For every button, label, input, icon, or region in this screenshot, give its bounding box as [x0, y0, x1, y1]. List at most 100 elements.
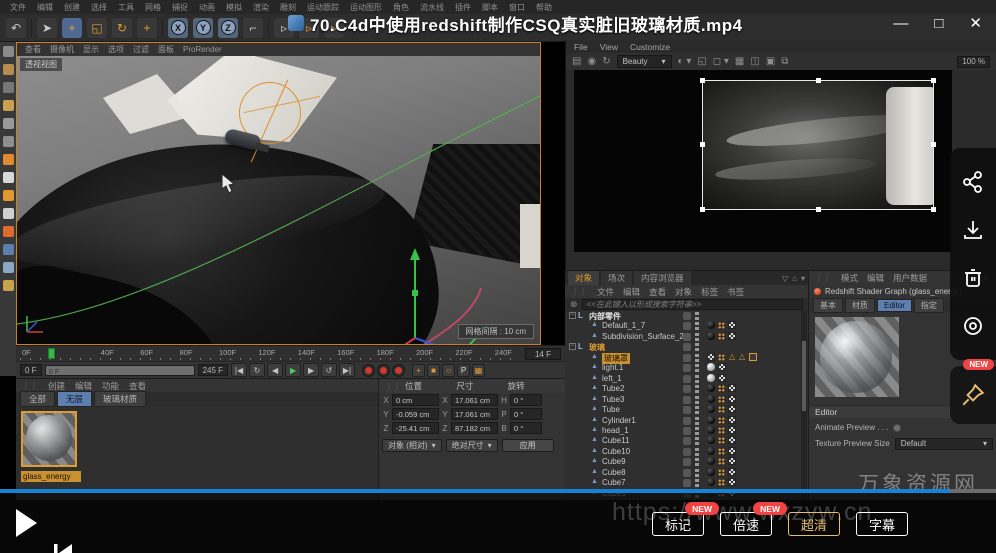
transport-button[interactable]: ↻	[249, 363, 265, 377]
visibility-dots[interactable]	[695, 406, 699, 414]
c4d-tool-icon[interactable]	[3, 244, 14, 255]
clear-search-icon[interactable]: ⊗	[570, 299, 578, 310]
current-frame-field[interactable]: 14 F	[525, 348, 561, 360]
object-name[interactable]: Default_1_7	[602, 321, 645, 330]
display-mode-icon[interactable]: ◐ ▾	[678, 56, 692, 67]
viewport[interactable]: 查看摄像机显示选项过滤面板ProRender 透视视图	[16, 42, 541, 345]
keyframe-icon[interactable]: +	[412, 364, 425, 377]
c4d-tool-icon[interactable]	[3, 100, 14, 111]
layer-chip[interactable]	[683, 385, 691, 393]
visibility-dots[interactable]	[695, 343, 699, 351]
shader-tab[interactable]: 材质	[845, 298, 875, 313]
marquee-handle[interactable]	[700, 207, 705, 212]
shader-tab[interactable]: 基本	[813, 298, 843, 313]
object-row[interactable]: ▲Tube	[565, 405, 800, 415]
visibility-dots[interactable]	[695, 322, 699, 330]
coordinate-field[interactable]: 0 °	[510, 394, 542, 406]
texture-tag-icon[interactable]	[728, 395, 736, 403]
texture-tag-icon[interactable]	[728, 416, 736, 424]
share-icon[interactable]	[961, 170, 985, 194]
object-name[interactable]: head_1	[602, 426, 629, 435]
texture-tag-icon[interactable]	[728, 321, 736, 329]
viewport-menu-item[interactable]: 面板	[158, 44, 174, 55]
layer-chip[interactable]	[683, 437, 691, 445]
refresh-icon[interactable]: ↻	[602, 56, 610, 67]
viewport-menu-item[interactable]: 选项	[108, 44, 124, 55]
c4d-tool-icon[interactable]	[3, 226, 14, 237]
object-name[interactable]: light.1	[602, 363, 623, 372]
texture-tag-icon[interactable]	[728, 426, 736, 434]
coordinate-field[interactable]: 0 °	[510, 408, 542, 420]
maximize-button[interactable]: □	[934, 16, 943, 31]
object-manager-menu-item[interactable]: 编辑	[623, 286, 640, 298]
download-icon[interactable]	[961, 218, 985, 242]
render-region-marquee[interactable]	[702, 80, 934, 210]
keyframe-icon[interactable]: ○	[442, 364, 455, 377]
timeline-tick[interactable]: 0F	[22, 348, 31, 357]
timeline-tick[interactable]: 240F	[495, 348, 512, 357]
layer-chip[interactable]	[683, 448, 691, 456]
texture-tag-icon[interactable]	[718, 374, 726, 382]
material-menu-item[interactable]: 功能	[102, 380, 119, 392]
expander-icon[interactable]: −	[569, 312, 576, 319]
object-row[interactable]: ▲Cube11	[565, 436, 800, 446]
marquee-handle[interactable]	[931, 142, 936, 147]
object-name[interactable]: Tube3	[602, 395, 624, 404]
object-name[interactable]: Cube10	[602, 447, 630, 456]
viewport-menu-item[interactable]: 查看	[25, 44, 41, 55]
transport-button[interactable]: ◀	[267, 363, 283, 377]
player-button-字幕[interactable]: 字幕	[856, 512, 908, 536]
visibility-dots[interactable]	[695, 364, 699, 372]
marquee-handle[interactable]	[931, 78, 936, 83]
object-manager-menu-item[interactable]: 对象	[675, 286, 692, 298]
layer-chip[interactable]	[683, 406, 691, 414]
object-row[interactable]: ▲light.1	[565, 363, 800, 373]
object-name[interactable]: Tube2	[602, 384, 624, 393]
record-button[interactable]	[377, 364, 390, 377]
transport-button[interactable]: ▶	[285, 363, 301, 377]
timeline-tick[interactable]: 180F	[377, 348, 394, 357]
previous-video-button[interactable]	[52, 542, 74, 553]
trash-icon[interactable]	[961, 266, 985, 290]
size-mode-dropdown[interactable]: 绝对尺寸▾	[446, 439, 498, 452]
object-manager-tab[interactable]: 对象	[568, 271, 599, 285]
renderview-menu-item[interactable]: Customize	[630, 42, 670, 52]
viewport-menu-item[interactable]: 显示	[83, 44, 99, 55]
object-search-input[interactable]: <<在此键入以形成搜索字符串>>	[582, 299, 803, 310]
visibility-dots[interactable]	[695, 333, 699, 341]
layer-chip[interactable]	[683, 417, 691, 425]
shader-tab[interactable]: 指定	[914, 298, 944, 313]
compare-icon[interactable]: ◫	[750, 56, 759, 67]
attribute-mode-menu-item[interactable]: 用户数据	[893, 272, 927, 284]
progress-bar[interactable]	[0, 489, 996, 493]
material-menu-item[interactable]: 创建	[48, 380, 65, 392]
transport-button[interactable]: |◀	[231, 363, 247, 377]
object-name[interactable]: Subdivision_Surface_2	[602, 332, 684, 341]
render-icon[interactable]: ▤	[572, 56, 581, 67]
object-row[interactable]: ▲Cylinder1	[565, 416, 800, 426]
object-manager-menu-item[interactable]: 书签	[727, 286, 744, 298]
layer-chip[interactable]	[683, 375, 691, 383]
object-name[interactable]: Tube	[602, 405, 620, 414]
expander-icon[interactable]: −	[569, 343, 576, 350]
apply-button[interactable]: 应用	[502, 439, 554, 452]
material-layer-tab[interactable]: 全部	[20, 391, 55, 407]
object-name[interactable]: Cube11	[602, 436, 629, 445]
layer-chip[interactable]	[683, 396, 691, 404]
coordinate-field[interactable]: -25.41 cm	[392, 422, 439, 434]
visibility-dots[interactable]	[695, 458, 699, 466]
visibility-dots[interactable]	[695, 427, 699, 435]
layer-chip[interactable]	[683, 458, 691, 466]
timeline-tick[interactable]: 120F	[258, 348, 275, 357]
c4d-tool-icon[interactable]	[3, 64, 14, 75]
play-button[interactable]	[14, 508, 38, 538]
render-canvas[interactable]	[574, 70, 952, 252]
viewport-canvas[interactable]: 透视视图	[17, 56, 540, 344]
object-name[interactable]: 玻璃	[589, 342, 605, 353]
layer-chip[interactable]	[683, 427, 691, 435]
visibility-dots[interactable]	[695, 385, 699, 393]
object-row[interactable]: ▲Subdivision_Surface_2	[565, 332, 800, 342]
transport-button[interactable]: ▶	[303, 363, 319, 377]
viewport-menu-item[interactable]: 过滤	[133, 44, 149, 55]
material-layer-tab[interactable]: 无层	[57, 391, 92, 407]
